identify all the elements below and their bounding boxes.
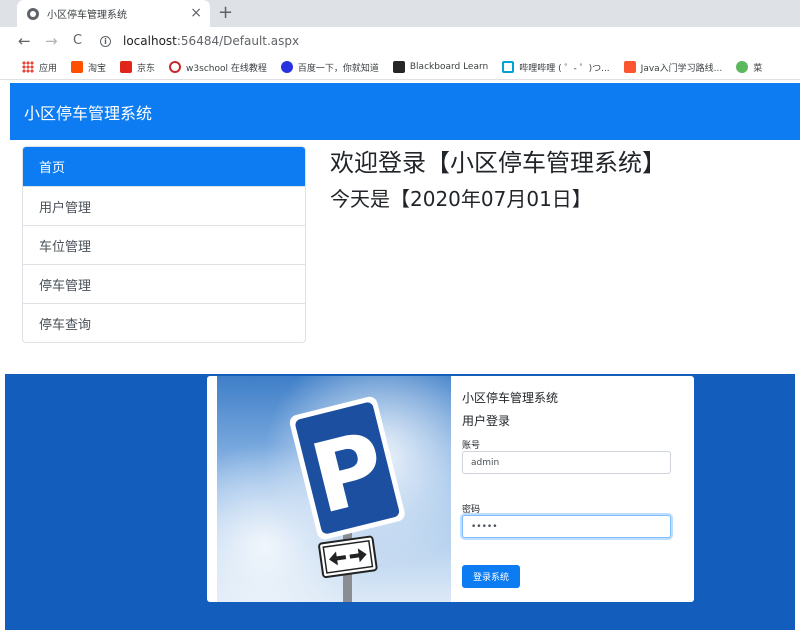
browser-tab-strip: 小区停车管理系统 × + [0, 0, 800, 27]
nav-item-home[interactable]: 首页 [23, 147, 305, 186]
app-header: 小区停车管理系统 [10, 83, 800, 140]
reload-icon[interactable]: C [73, 31, 82, 51]
bookmarks-bar: 应用 淘宝 京东 w3school 在线教程 百度一下，你就知道 Blackbo… [0, 55, 800, 80]
password-input[interactable]: ••••• [462, 515, 671, 538]
blackboard-icon [392, 61, 405, 73]
bilibili-icon [502, 61, 515, 73]
bookmark-bilibili[interactable]: 哔哩哔哩 ( ゜- ゜)つ... [502, 61, 610, 74]
taobao-icon [71, 61, 84, 73]
url-text[interactable]: localhost:56484/Default.aspx [123, 34, 299, 48]
bookmark-csdn[interactable]: Java入门学习路线... [623, 61, 722, 74]
browser-tab[interactable]: 小区停车管理系统 × [17, 0, 210, 27]
tab-title: 小区停车管理系统 [47, 10, 127, 21]
login-system-title: 小区停车管理系统 [462, 391, 559, 405]
app-brand[interactable]: 小区停车管理系统 [24, 100, 152, 124]
apps-grid-icon [22, 61, 34, 73]
welcome-title: 欢迎登录【小区停车管理系统】 [330, 149, 666, 177]
nav-item-parking-query[interactable]: 停车查询 [23, 303, 305, 342]
nav-item-user-management[interactable]: 用户管理 [23, 186, 305, 225]
account-input[interactable] [462, 451, 671, 474]
close-icon[interactable]: × [190, 5, 202, 21]
new-tab-button[interactable]: + [218, 2, 233, 24]
login-card: P 小区停车管理系统 用户登录 账号 密码 ••••• 登录系统 [207, 376, 694, 602]
login-subtitle: 用户登录 [462, 414, 511, 428]
nav-item-parking-management[interactable]: 停车管理 [23, 264, 305, 303]
bookmark-taobao[interactable]: 淘宝 [71, 61, 106, 74]
nav-item-space-management[interactable]: 车位管理 [23, 225, 305, 264]
bookmark-w3school[interactable]: w3school 在线教程 [169, 61, 267, 74]
browser-toolbar: ← → C i localhost:56484/Default.aspx [0, 27, 800, 55]
parking-sign-icon: P [217, 376, 451, 602]
side-nav: 首页 用户管理 车位管理 停车管理 停车查询 [22, 146, 306, 343]
runoob-icon [736, 61, 749, 73]
back-arrow-icon[interactable]: ← [18, 31, 31, 51]
login-form: 小区停车管理系统 用户登录 账号 密码 ••••• 登录系统 [462, 376, 687, 602]
address-bar[interactable]: i localhost:56484/Default.aspx [100, 30, 800, 52]
info-icon[interactable]: i [100, 35, 111, 47]
login-button[interactable]: 登录系统 [462, 565, 520, 588]
welcome-date: 今天是【2020年07月01日】 [330, 187, 592, 211]
csdn-icon [623, 61, 636, 73]
bookmark-jd[interactable]: 京东 [120, 61, 155, 74]
globe-icon [27, 7, 39, 20]
bookmark-blackboard[interactable]: Blackboard Learn [392, 61, 488, 73]
w3school-icon [169, 61, 182, 73]
password-label: 密码 [462, 505, 481, 515]
bookmark-runoob[interactable]: 菜 [736, 61, 762, 74]
bookmark-apps[interactable]: 应用 [22, 61, 57, 74]
baidu-paw-icon [280, 61, 293, 73]
parking-sign-photo: P [217, 376, 451, 602]
forward-arrow-icon[interactable]: → [45, 31, 58, 51]
account-label: 账号 [462, 441, 481, 451]
bookmark-baidu[interactable]: 百度一下，你就知道 [280, 61, 379, 74]
jd-icon [120, 61, 133, 73]
